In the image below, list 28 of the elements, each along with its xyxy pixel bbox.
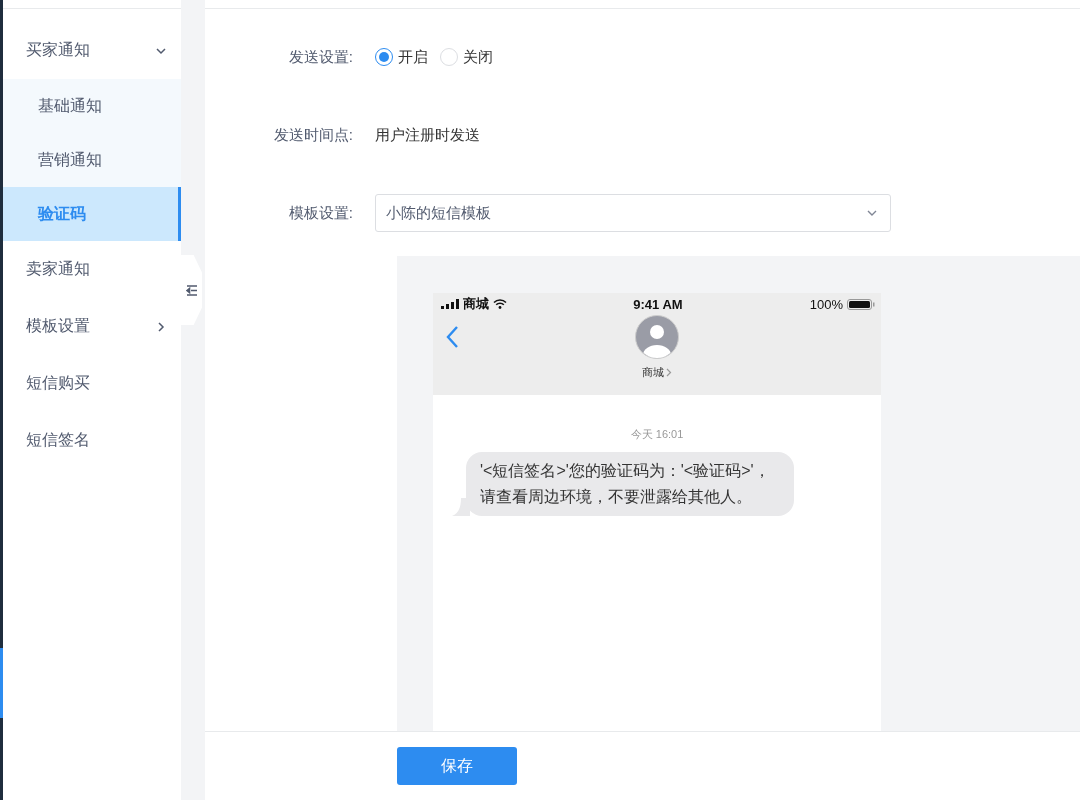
collapse-menu-icon [185, 284, 198, 296]
chevron-right-icon [666, 368, 672, 377]
edge-highlight [0, 648, 3, 718]
sidebar-subitem[interactable]: 基础通知 [3, 79, 181, 133]
field-label: 发送设置: [287, 47, 354, 67]
sidebar-item[interactable]: 短信签名 [3, 412, 181, 469]
collapse-handle[interactable] [181, 255, 202, 325]
field-label: 模板设置: [287, 203, 354, 223]
back-chevron-icon[interactable] [445, 325, 459, 349]
field-value: 用户注册时发送 [375, 125, 480, 145]
signal-icon [441, 299, 459, 309]
sidebar-item[interactable]: 卖家通知 [3, 241, 181, 298]
battery-icon [847, 298, 875, 310]
avatar-icon [635, 315, 679, 359]
status-time: 9:41 AM [633, 296, 683, 312]
message-timestamp: 今天 16:01 [630, 427, 684, 442]
battery-percent: 100% [809, 296, 843, 312]
field-label: 发送时间点: [272, 125, 354, 145]
contact-name[interactable]: 商城 [642, 365, 672, 380]
sidebar-item[interactable]: 模板设置 [3, 298, 181, 355]
sidebar-subitem[interactable]: 营销通知 [3, 133, 181, 187]
radio-option[interactable]: 关闭 [440, 47, 493, 67]
sidebar-item[interactable]: 买家通知 [3, 22, 181, 79]
wifi-icon [493, 299, 507, 309]
carrier-name: 商城 [463, 295, 489, 313]
radio-option[interactable]: 开启 [375, 47, 428, 67]
sidebar-item[interactable]: 短信购买 [3, 355, 181, 412]
template-select[interactable]: 小陈的短信模板 [375, 194, 891, 232]
